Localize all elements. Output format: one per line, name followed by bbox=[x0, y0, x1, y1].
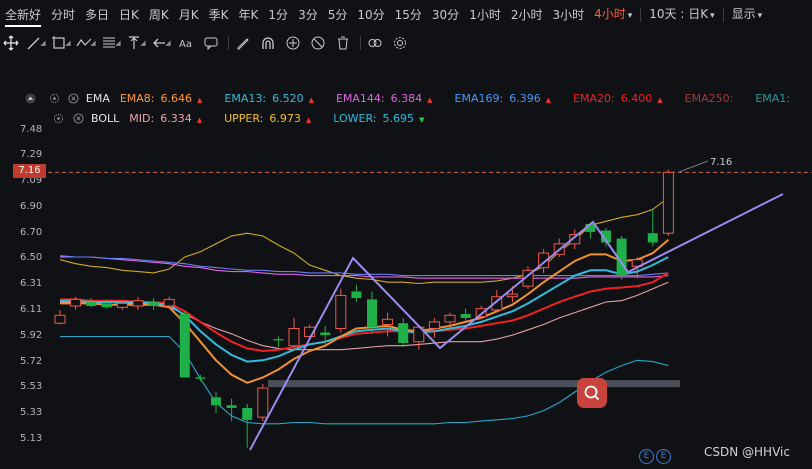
axis-label: 6.90 bbox=[20, 201, 43, 212]
candle-body bbox=[116, 302, 128, 308]
event-marker-icon[interactable]: E bbox=[639, 449, 654, 464]
axis-label: 5.53 bbox=[20, 381, 43, 392]
event-marker-icon[interactable]: E bbox=[656, 449, 671, 464]
axis-label: 6.31 bbox=[20, 278, 43, 289]
axis-label: 6.70 bbox=[20, 227, 43, 238]
candle-body bbox=[367, 299, 377, 328]
candle-body bbox=[211, 397, 221, 406]
candle-body bbox=[475, 308, 487, 318]
axis-label: 5.72 bbox=[20, 356, 43, 367]
candle-body bbox=[662, 171, 674, 234]
candle-body bbox=[101, 303, 112, 308]
kline-chart[interactable]: 7.16 bbox=[0, 0, 812, 469]
candle-body bbox=[398, 323, 409, 344]
support-zone bbox=[268, 380, 680, 388]
axis-label: 7.48 bbox=[20, 124, 43, 135]
candle-body bbox=[195, 377, 206, 379]
axis-label: 6.11 bbox=[20, 304, 43, 315]
axis-label: 5.33 bbox=[20, 407, 43, 418]
axis-label: 5.13 bbox=[20, 433, 43, 444]
candle-body bbox=[226, 405, 237, 408]
candle-body bbox=[179, 313, 190, 378]
kline-app: 全新好 分时 多日 日K 周K 月K 季K 年K 1分 3分 5分 10分 15… bbox=[0, 0, 812, 469]
trend-line bbox=[627, 193, 784, 273]
candle-body bbox=[382, 318, 394, 326]
candle-body bbox=[320, 332, 331, 336]
candle-body bbox=[257, 387, 269, 418]
candle-body bbox=[163, 298, 175, 307]
current-price-tag: 7.16 bbox=[13, 164, 46, 178]
search-button[interactable] bbox=[577, 378, 607, 408]
candle-body bbox=[54, 314, 66, 324]
candle-body bbox=[148, 302, 159, 307]
candle-body bbox=[428, 321, 440, 330]
candle-body bbox=[444, 314, 456, 323]
series-line-boll-mid bbox=[60, 281, 669, 351]
candle-body bbox=[288, 328, 300, 347]
candle-body bbox=[70, 298, 82, 307]
candle-body bbox=[351, 291, 362, 299]
candle-body bbox=[86, 302, 97, 307]
price-callout-label: 7.16 bbox=[710, 157, 732, 168]
price-callout-line bbox=[677, 160, 709, 173]
candle-body bbox=[273, 339, 284, 341]
candle-body bbox=[506, 293, 518, 298]
candle-body bbox=[335, 294, 347, 330]
candle-body bbox=[242, 407, 253, 420]
candle-body bbox=[132, 300, 144, 307]
axis-label: 6.50 bbox=[20, 252, 43, 263]
axis-label: 7.29 bbox=[20, 149, 43, 160]
candle-body bbox=[460, 313, 471, 318]
candle-body bbox=[647, 233, 658, 243]
axis-label: 5.92 bbox=[20, 330, 43, 341]
search-icon bbox=[584, 385, 600, 401]
watermark: CSDN @HHVic bbox=[704, 445, 790, 459]
